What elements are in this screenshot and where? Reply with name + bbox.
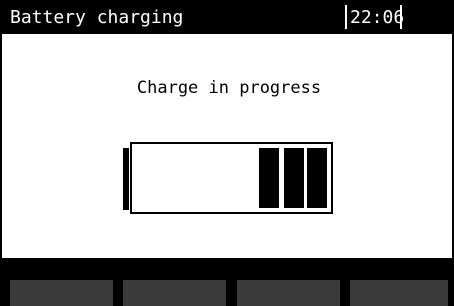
screen-title: Battery charging xyxy=(10,7,184,28)
battery-icon xyxy=(123,142,335,214)
battery-body xyxy=(130,142,333,214)
softkey-3[interactable] xyxy=(237,280,340,306)
device-screen: Battery charging 22:06 Charge in progres… xyxy=(0,0,454,306)
clock-divider-left xyxy=(345,5,347,29)
softkey-bar xyxy=(2,258,454,306)
charge-status-text: Charge in progress xyxy=(136,78,322,98)
softkey-4[interactable] xyxy=(350,280,448,306)
clock-divider-right xyxy=(400,5,402,29)
battery-terminal xyxy=(123,148,129,210)
battery-charge-bar xyxy=(259,148,279,208)
battery-charge-bar xyxy=(307,148,327,208)
clock: 22:06 xyxy=(350,7,405,28)
softkey-1[interactable] xyxy=(10,280,113,306)
softkey-2[interactable] xyxy=(123,280,226,306)
title-bar: Battery charging 22:06 xyxy=(2,0,454,34)
battery-charge-bar xyxy=(284,148,304,208)
